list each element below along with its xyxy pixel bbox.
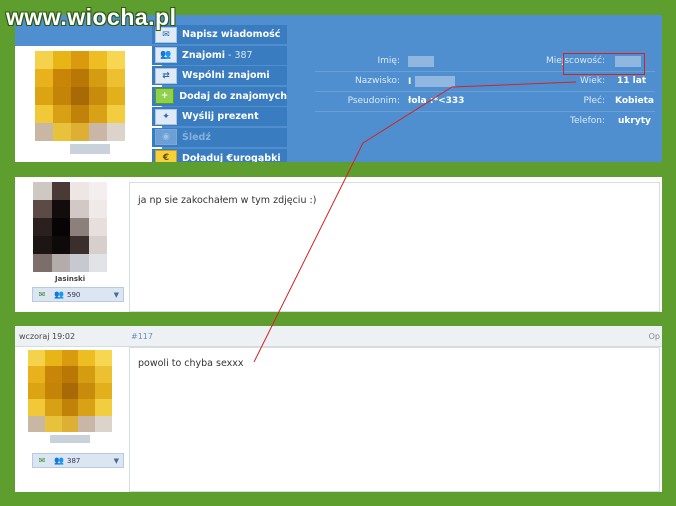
phone-label: Telefon: xyxy=(570,116,605,126)
comment-content: powoli to chyba sexxx xyxy=(129,347,660,492)
add-friend-icon: + xyxy=(155,88,175,105)
add-friend-button[interactable]: + Dodaj do znajomych xyxy=(152,86,287,106)
phone-value: ukryty xyxy=(618,116,651,126)
coins-icon: € xyxy=(155,150,177,162)
author-actions: ✉ 👥 590 ▼ xyxy=(32,287,124,302)
info-row-4: Telefon: ukryty xyxy=(315,111,655,131)
mutual-friends-icon: ⇄ xyxy=(155,67,177,84)
first-name-label: Imię: xyxy=(377,56,401,66)
author-name-blurred xyxy=(50,435,90,443)
nickname-label: Pseudonim: xyxy=(347,96,400,106)
info-row-3: Pseudonim: łola :*<333 Płeć: Kobieta xyxy=(315,91,655,112)
author-avatar xyxy=(33,182,107,272)
friends-icon: 👥 xyxy=(155,47,177,64)
first-name-value xyxy=(408,56,434,67)
comment-content: ja np sie zakochałem w tym zdjęciu :) xyxy=(129,182,660,312)
author-avatar xyxy=(28,350,112,432)
nickname-value: łola :*<333 xyxy=(408,96,465,106)
eye-icon: ◉ xyxy=(155,129,177,146)
age-highlight-box xyxy=(563,53,645,75)
comment-post: wczoraj 19:02 #117 Op ✉ 👥 387 ▼ powoli t… xyxy=(15,326,662,492)
topup-button[interactable]: € Doładuj €urogąbki xyxy=(152,148,287,162)
profile-panel: ✉ Napisz wiadomość 👥 Znajomi - 387 ⇄ Wsp… xyxy=(15,15,662,162)
gift-icon: ✦ xyxy=(155,108,177,125)
author-name: Jasinski xyxy=(55,275,86,283)
comment-options-link[interactable]: Op xyxy=(649,332,660,341)
profile-menu: ✉ Napisz wiadomość 👥 Znajomi - 387 ⇄ Wsp… xyxy=(152,25,287,162)
chevron-down-icon[interactable]: ▼ xyxy=(114,291,119,299)
gender-label: Płeć: xyxy=(583,96,605,106)
age-value: 11 lat xyxy=(617,76,647,86)
gender-value: Kobieta xyxy=(615,96,655,106)
comment-text: ja np sie zakochałem w tym zdjęciu :) xyxy=(138,195,317,206)
friends-count: 387 xyxy=(67,456,81,465)
friends-count: 590 xyxy=(67,290,81,299)
send-gift-button[interactable]: ✦ Wyślij prezent xyxy=(152,107,287,127)
last-name-label: Nazwisko: xyxy=(355,76,400,86)
profile-avatar xyxy=(15,46,162,162)
friends-button[interactable]: 👥 Znajomi - 387 xyxy=(152,45,287,65)
last-name-value: I xyxy=(408,76,455,87)
message-icon[interactable]: ✉ xyxy=(36,290,48,299)
follow-button[interactable]: ◉ Śledź xyxy=(152,127,287,147)
mutual-friends-button[interactable]: ⇄ Wspólni znajomi xyxy=(152,66,287,86)
comment-text: powoli to chyba sexxx xyxy=(138,358,244,369)
comment-number-link[interactable]: #117 xyxy=(131,332,153,341)
comment-header: wczoraj 19:02 #117 Op xyxy=(15,326,662,347)
message-icon[interactable]: ✉ xyxy=(36,456,48,465)
author-actions: ✉ 👥 387 ▼ xyxy=(32,453,124,468)
chevron-down-icon[interactable]: ▼ xyxy=(114,457,119,465)
age-label: Wiek: xyxy=(580,76,605,86)
comment-post: Jasinski ✉ 👥 590 ▼ ja np sie zakochałem … xyxy=(15,177,662,312)
friends-count: - 387 xyxy=(228,49,253,61)
friends-icon[interactable]: 👥 xyxy=(53,290,65,299)
comment-timestamp: wczoraj 19:02 xyxy=(19,332,76,341)
watermark-logo: www.wiocha.pl xyxy=(6,4,177,30)
friends-icon[interactable]: 👥 xyxy=(53,456,65,465)
